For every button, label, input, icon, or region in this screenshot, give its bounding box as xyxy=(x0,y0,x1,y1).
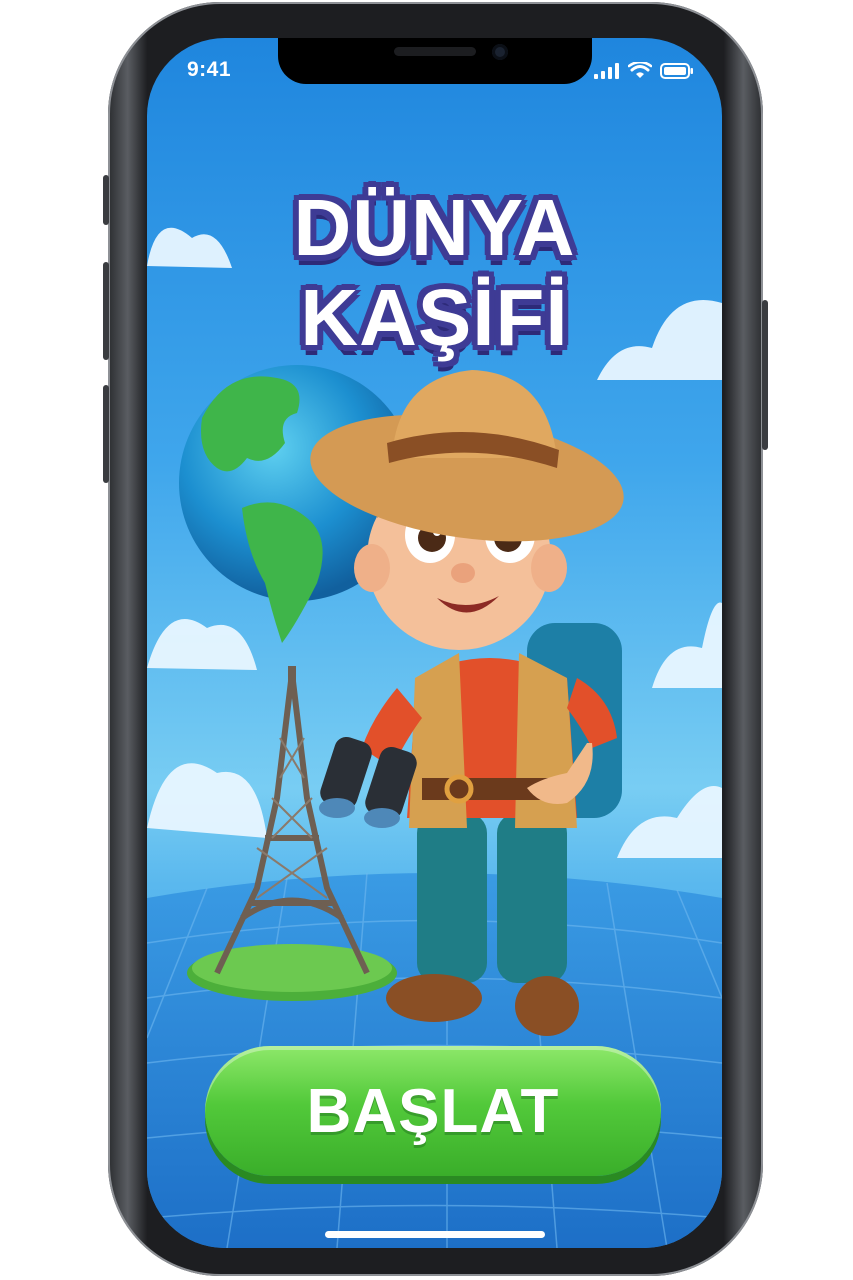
front-camera xyxy=(492,44,508,60)
status-icons xyxy=(594,62,694,79)
binoculars xyxy=(319,736,417,828)
wifi-icon xyxy=(628,62,652,78)
phone-power-button xyxy=(762,300,768,450)
phone-volume-up-button xyxy=(103,262,109,360)
phone-action-button xyxy=(103,175,109,225)
start-button[interactable]: BAŞLAT xyxy=(205,1046,661,1176)
earpiece-speaker xyxy=(394,47,476,56)
home-indicator[interactable] xyxy=(325,1231,545,1238)
cellular-signal-icon xyxy=(594,62,619,79)
title-line-2: KAŞİFİ xyxy=(300,273,569,362)
status-time: 9:41 xyxy=(187,58,232,81)
title-line-1: DÜNYA xyxy=(293,183,576,272)
notch xyxy=(278,38,592,84)
app-screen: 9:41 DÜNYA KAŞİFİ BAŞLAT xyxy=(147,38,722,1248)
battery-icon xyxy=(660,62,693,79)
phone-volume-down-button xyxy=(103,385,109,483)
